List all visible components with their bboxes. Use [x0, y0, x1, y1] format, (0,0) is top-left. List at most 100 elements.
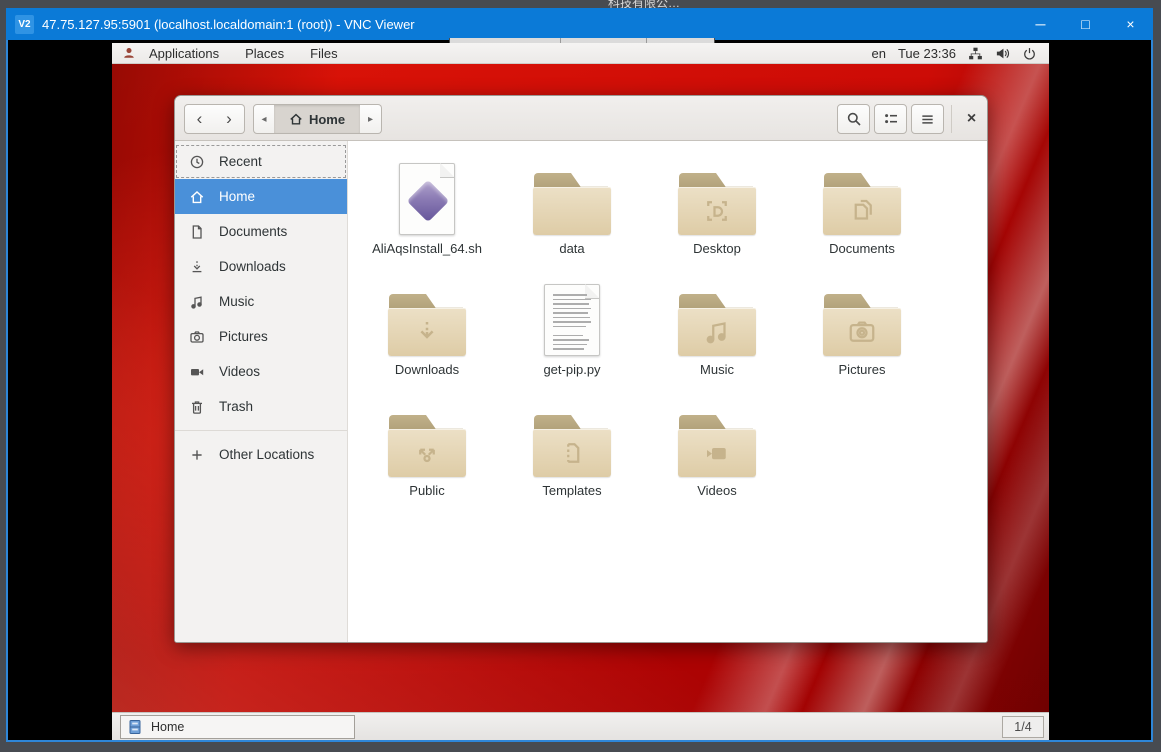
path-home-button[interactable]: Home	[274, 104, 361, 134]
taskbar-window-label: Home	[151, 720, 184, 734]
close-icon: ×	[967, 110, 976, 128]
file-item-get-pip-py[interactable]: get-pip.py	[500, 274, 644, 386]
sidebar-item-home[interactable]: Home	[175, 179, 347, 214]
public-emblem-icon	[388, 429, 466, 477]
menu-applications[interactable]: Applications	[136, 43, 232, 63]
folder-icon	[355, 274, 499, 356]
file-item-label: Templates	[500, 483, 644, 498]
folder-icon	[790, 274, 934, 356]
downloads-emblem-icon	[388, 308, 466, 356]
file-item-music[interactable]: Music	[645, 274, 789, 386]
documents-emblem-icon	[823, 187, 901, 235]
file-item-label: Documents	[790, 241, 934, 256]
file-item-data[interactable]: data	[500, 153, 644, 265]
vnc-window-title: 47.75.127.95:5901 (localhost.localdomain…	[42, 17, 415, 32]
sidebar-item-other-locations[interactable]: Other Locations	[175, 437, 347, 472]
sidebar-item-label: Recent	[219, 154, 262, 169]
window-list-taskbar: Home 1/4	[112, 712, 1049, 740]
search-button[interactable]	[837, 104, 870, 134]
folder-icon	[355, 395, 499, 477]
folder-icon	[823, 294, 901, 356]
view-toggle-button[interactable]	[874, 104, 907, 134]
folder-icon	[645, 153, 789, 235]
sidebar-item-label: Home	[219, 189, 255, 204]
back-icon: ‹	[197, 110, 203, 129]
folder-icon	[790, 153, 934, 235]
path-scroll-right-button[interactable]: ▸	[360, 104, 382, 134]
text-file-icon	[544, 284, 600, 356]
close-button[interactable]: ×	[1108, 8, 1153, 40]
sidebar-item-label: Videos	[219, 364, 260, 379]
forward-button[interactable]: ›	[214, 104, 245, 134]
sidebar-item-documents[interactable]: Documents	[175, 214, 347, 249]
file-item-desktop[interactable]: Desktop	[645, 153, 789, 265]
folder-icon	[645, 395, 789, 477]
folder-icon	[388, 294, 466, 356]
sidebar-item-label: Pictures	[219, 329, 268, 344]
music-emblem-icon	[678, 308, 756, 356]
applications-menu-icon	[122, 46, 136, 60]
file-item-templates[interactable]: Templates	[500, 395, 644, 507]
sidebar-item-label: Other Locations	[219, 447, 314, 462]
sidebar-item-downloads[interactable]: Downloads	[175, 249, 347, 284]
keyboard-layout-indicator[interactable]: en	[871, 46, 885, 61]
trash-icon	[189, 399, 205, 415]
folder-icon	[500, 153, 644, 235]
workspace-pager[interactable]: 1/4	[1002, 716, 1044, 738]
forward-icon: ›	[226, 110, 232, 129]
clock[interactable]: Tue 23:36	[898, 46, 956, 61]
network-icon[interactable]	[968, 46, 983, 61]
script-emblem	[407, 180, 449, 222]
sidebar-item-videos[interactable]: Videos	[175, 354, 347, 389]
maximize-button[interactable]: □	[1063, 8, 1108, 40]
files-sidebar: Recent Home Documents Downloads Music Picture…	[175, 141, 348, 643]
power-icon[interactable]	[1022, 46, 1037, 61]
vnc-titlebar[interactable]: V2 47.75.127.95:5901 (localhost.localdom…	[6, 8, 1153, 40]
home-icon	[189, 189, 205, 205]
close-window-button[interactable]: ×	[958, 105, 985, 132]
sidebar-item-pictures[interactable]: Pictures	[175, 319, 347, 354]
camera-icon	[189, 329, 205, 345]
gnome-top-bar: Applications Places Files en Tue 23:36	[112, 43, 1049, 64]
file-item-aliaqsinstall-64-sh[interactable]: AliAqsInstall_64.sh	[355, 153, 499, 265]
files-app-icon	[127, 719, 143, 735]
file-item-label: Music	[645, 362, 789, 377]
vnc-viewer-window: V2 47.75.127.95:5901 (localhost.localdom…	[6, 8, 1153, 742]
back-button[interactable]: ‹	[184, 104, 215, 134]
path-left-icon: ◂	[261, 114, 266, 125]
file-item-pictures[interactable]: Pictures	[790, 274, 934, 386]
file-item-label: Videos	[645, 483, 789, 498]
sidebar-item-recent[interactable]: Recent	[175, 144, 347, 179]
sidebar-item-trash[interactable]: Trash	[175, 389, 347, 424]
files-header-bar: ‹ › ◂ Home ▸	[175, 96, 987, 141]
desktop-stage: 科技有限公… V2 47.75.127.95:5901 (localhost.l…	[0, 0, 1161, 752]
file-item-label: Public	[355, 483, 499, 498]
file-item-public[interactable]: Public	[355, 395, 499, 507]
sidebar-item-label: Trash	[219, 399, 253, 414]
path-scroll-left-button[interactable]: ◂	[253, 104, 275, 134]
volume-icon[interactable]	[995, 46, 1010, 61]
sidebar-item-music[interactable]: Music	[175, 284, 347, 319]
background-window-title: 科技有限公…	[608, 0, 680, 8]
pictures-emblem-icon	[823, 308, 901, 356]
taskbar-window-button[interactable]: Home	[120, 715, 355, 739]
list-view-icon	[883, 111, 899, 127]
text-lines	[553, 294, 591, 353]
text-file-icon	[500, 274, 644, 356]
download-icon	[189, 259, 205, 275]
path-right-icon: ▸	[368, 114, 373, 125]
sidebar-item-label: Downloads	[219, 259, 286, 274]
file-item-downloads[interactable]: Downloads	[355, 274, 499, 386]
templates-emblem-icon	[533, 429, 611, 477]
file-item-videos[interactable]: Videos	[645, 395, 789, 507]
vnc-logo-icon: V2	[15, 15, 34, 34]
menu-files[interactable]: Files	[297, 43, 350, 63]
window-menu-button[interactable]	[911, 104, 944, 134]
music-icon	[189, 294, 205, 310]
menu-places[interactable]: Places	[232, 43, 297, 63]
document-icon	[189, 224, 205, 240]
minimize-button[interactable]: ─	[1018, 8, 1063, 40]
clock-icon	[189, 154, 205, 170]
file-item-documents[interactable]: Documents	[790, 153, 934, 265]
background-window-titlebar: 科技有限公…	[0, 0, 1161, 8]
